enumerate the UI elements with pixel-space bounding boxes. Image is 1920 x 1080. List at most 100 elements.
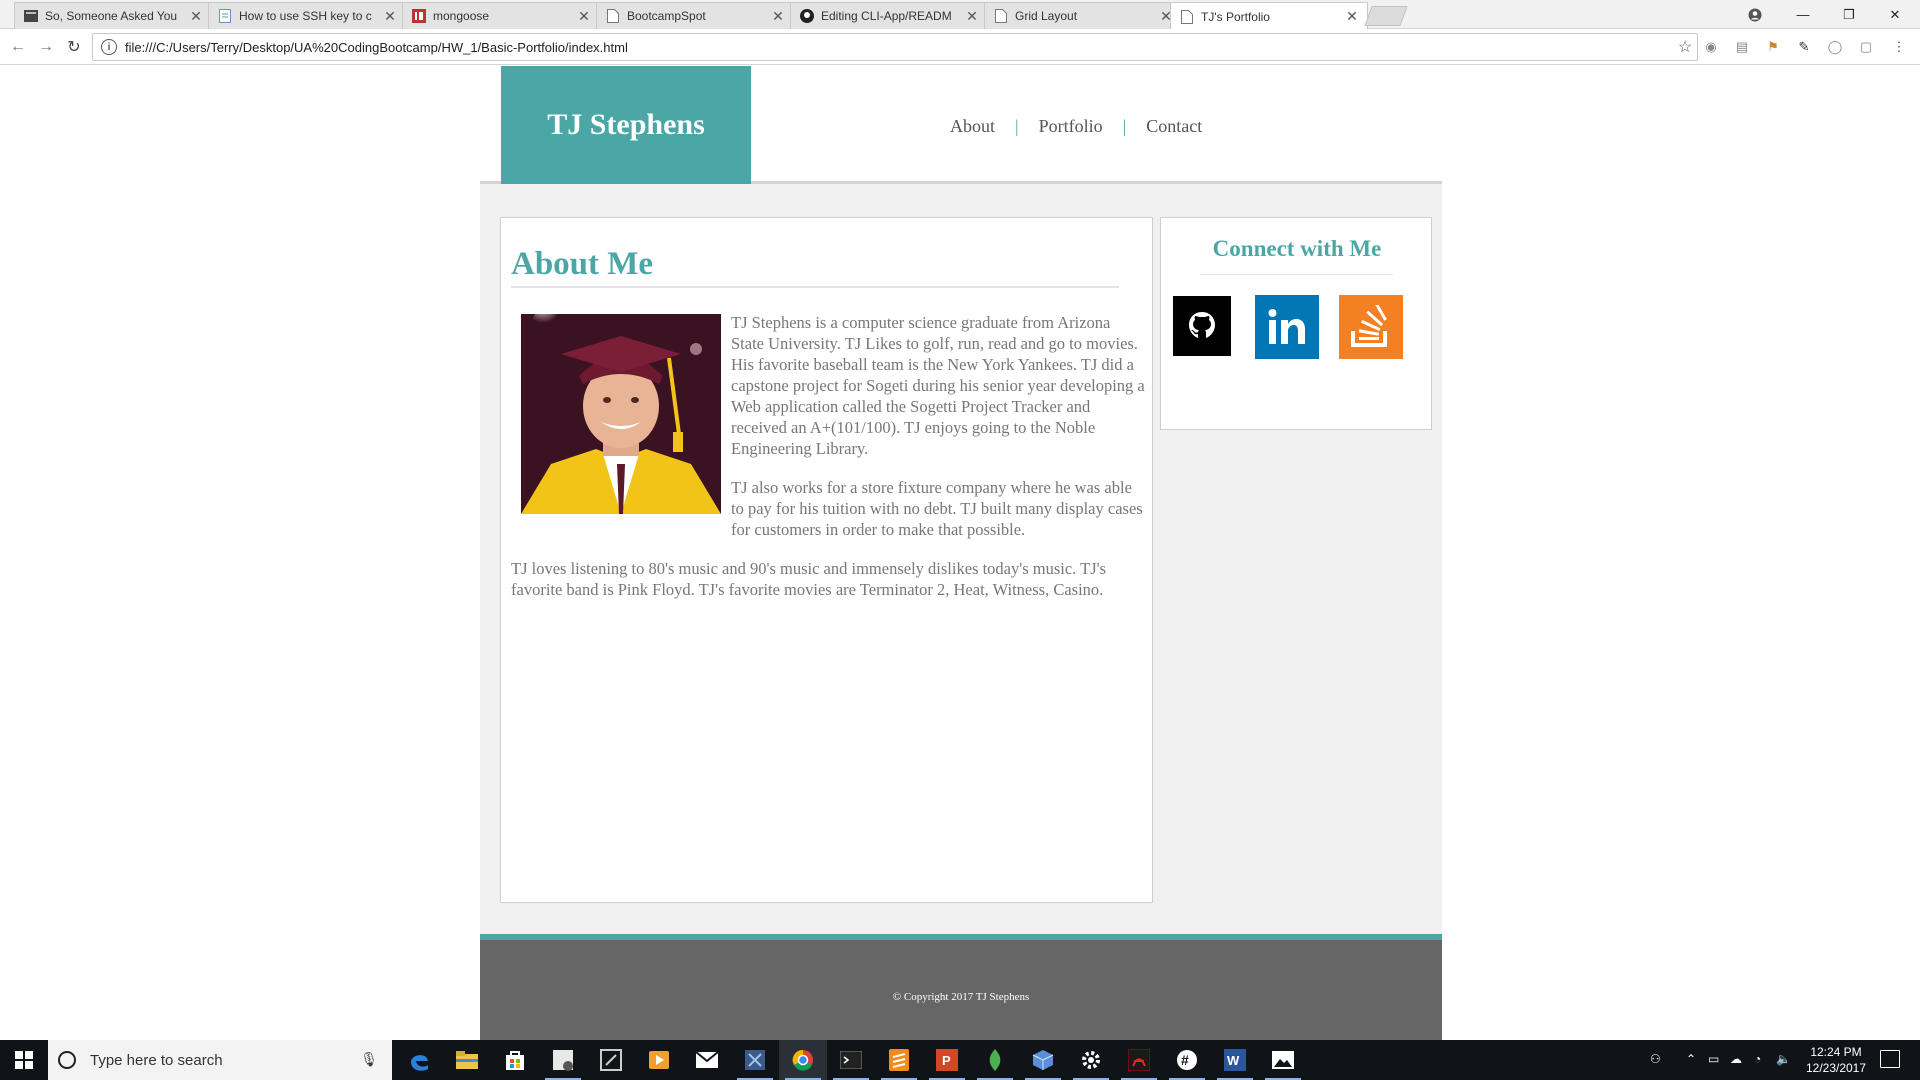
clock-date: 12/23/2017 [1805,1061,1867,1075]
powerpoint-icon[interactable]: P [923,1040,971,1080]
about-paragraph: TJ loves listening to 80's music and 90'… [511,559,1107,599]
address-bar[interactable]: i file:///C:/Users/Terry/Desktop/UA%20Co… [92,33,1698,61]
page-icon [993,8,1009,24]
github-icon [1189,312,1215,338]
extension-icon[interactable]: ◯ [1826,38,1844,56]
browser-tab[interactable]: So, Someone Asked You ✕ [14,2,212,29]
menu-kebab-icon[interactable]: ⋮ [1890,38,1908,56]
app-icon[interactable] [587,1040,635,1080]
extension-icon[interactable]: ▤ [1733,38,1751,56]
extension-icon[interactable]: ▢ [1857,38,1875,56]
browser-tab[interactable]: Grid Layout ✕ [984,2,1182,29]
about-section: About Me TJ Stephens is a computer scien… [500,217,1153,903]
browser-toolbar: ← → ↻ i file:///C:/Users/Terry/Desktop/U… [0,29,1920,65]
slack-icon[interactable]: # [1163,1040,1211,1080]
volume-icon[interactable]: 🔈 [1776,1052,1791,1066]
stackoverflow-link[interactable] [1339,295,1403,359]
cortana-icon [58,1051,76,1069]
brand-name: TJ Stephens [547,108,705,141]
battery-icon[interactable]: ▭ [1708,1052,1719,1066]
browser-tab-strip: So, Someone Asked You ✕ How to use SSH k… [0,0,1920,30]
sublime-text-icon[interactable] [875,1040,923,1080]
forward-arrow-icon[interactable]: → [34,36,58,58]
url-text: file:///C:/Users/Terry/Desktop/UA%20Codi… [125,39,628,55]
minimize-button[interactable]: — [1780,0,1826,29]
close-icon[interactable]: ✕ [577,8,591,25]
restore-button[interactable]: ❐ [1826,0,1872,29]
tab-title: Grid Layout [1015,9,1078,23]
edge-app-icon[interactable] [395,1040,443,1080]
close-icon[interactable]: ✕ [771,8,785,25]
photos-icon[interactable] [1259,1040,1307,1080]
nav-link-about[interactable]: About [950,116,995,137]
book-icon [23,8,39,24]
new-tab-button[interactable] [1364,6,1408,26]
tab-title: BootcampSpot [627,9,706,23]
taskbar-clock[interactable]: 12:24 PM 12/23/2017 [1800,1044,1872,1076]
stackoverflow-icon [1351,305,1387,347]
reload-icon[interactable]: ↻ [62,36,86,58]
back-arrow-icon[interactable]: ← [6,36,30,58]
file-explorer-icon[interactable] [443,1040,491,1080]
divider [1201,274,1393,275]
terminal-icon[interactable] [827,1040,875,1080]
doc-icon [217,8,233,24]
chevron-up-icon[interactable]: ⌃ [1686,1052,1696,1066]
app-icon[interactable] [1019,1040,1067,1080]
mongoose-icon [411,8,427,24]
tab-title: mongoose [433,9,490,23]
browser-tab[interactable]: Editing CLI-App/READM ✕ [790,2,988,29]
nav-link-contact[interactable]: Contact [1146,116,1202,137]
settings-gear-icon[interactable] [1067,1040,1115,1080]
extension-icon[interactable]: ◉ [1702,38,1720,56]
microphone-icon[interactable]: 🎙 [360,1051,378,1068]
close-icon[interactable]: ✕ [189,8,203,25]
windows-logo-icon [15,1051,33,1069]
browser-tab[interactable]: BootcampSpot ✕ [596,2,794,29]
close-icon[interactable]: ✕ [1345,8,1359,25]
page-container: TJ Stephens About | Portfolio | Contact … [480,66,1442,1040]
onedrive-icon[interactable]: ☁ [1730,1052,1742,1066]
nav-separator: | [1122,116,1127,136]
site-header: TJ Stephens About | Portfolio | Contact [480,66,1442,184]
browser-tab-active[interactable]: TJ's Portfolio ✕ [1170,2,1368,30]
browser-tab[interactable]: mongoose ✕ [402,2,600,29]
app-icon[interactable] [971,1040,1019,1080]
app-icon[interactable] [539,1040,587,1080]
nav-separator: | [1015,116,1019,136]
people-icon[interactable]: ⚇ [1650,1052,1661,1066]
github-link[interactable] [1173,296,1231,356]
brand-logo[interactable]: TJ Stephens [501,66,751,184]
mail-icon[interactable] [683,1040,731,1080]
tab-title: So, Someone Asked You [45,9,178,23]
linkedin-link[interactable] [1255,295,1319,359]
bookmark-star-icon[interactable]: ☆ [1673,37,1697,57]
extension-icon[interactable]: ✎ [1795,38,1813,56]
word-icon[interactable]: W [1211,1040,1259,1080]
close-icon[interactable]: ✕ [965,8,979,25]
app-icon[interactable] [731,1040,779,1080]
store-app-icon[interactable] [491,1040,539,1080]
main-nav: About | Portfolio | Contact [950,116,1202,137]
extension-icon[interactable]: ⚑ [1764,38,1782,56]
nav-link-portfolio[interactable]: Portfolio [1039,116,1103,137]
tab-title: How to use SSH key to c [239,9,372,23]
browser-tab[interactable]: How to use SSH key to c ✕ [208,2,406,29]
about-heading: About Me [511,246,654,282]
action-center-icon[interactable] [1880,1050,1900,1068]
wifi-icon[interactable]: ◔ [1754,1052,1761,1066]
svg-text:P: P [942,1053,951,1068]
chrome-icon[interactable] [779,1040,827,1080]
tab-title: Editing CLI-App/READM [821,9,952,23]
close-window-button[interactable]: ✕ [1872,0,1918,29]
profile-icon[interactable] [1732,0,1778,29]
close-icon[interactable]: ✕ [383,8,397,25]
info-icon[interactable]: i [101,39,117,55]
linkedin-icon [1268,309,1305,344]
clock-time: 12:24 PM [1810,1045,1862,1059]
media-player-icon[interactable] [635,1040,683,1080]
taskbar-search-box[interactable]: Type here to search 🎙 [48,1040,392,1080]
site-footer: © Copyright 2017 TJ Stephens [480,934,1442,1040]
acrobat-icon[interactable] [1115,1040,1163,1080]
windows-start-button[interactable] [0,1040,48,1080]
